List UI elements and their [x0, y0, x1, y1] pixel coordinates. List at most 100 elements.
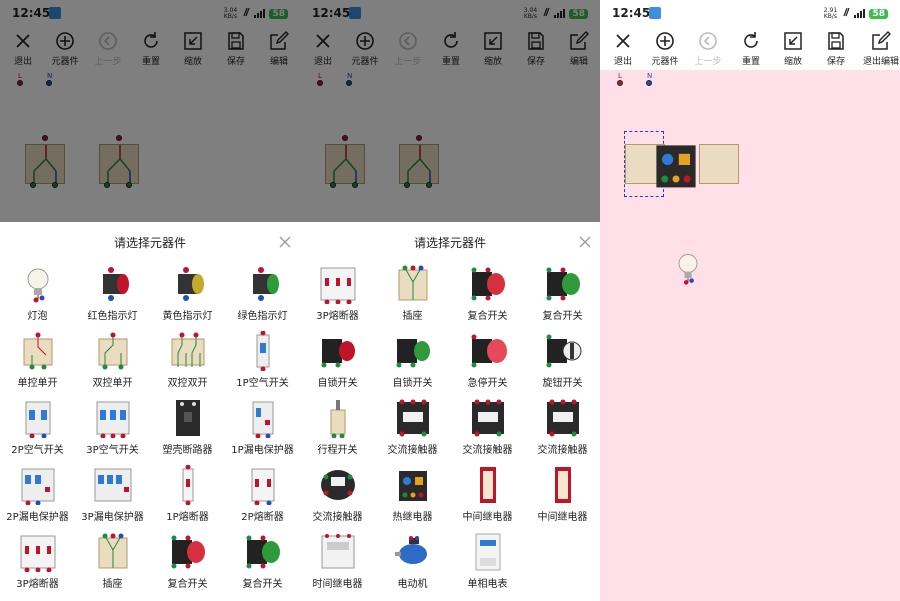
- component-item[interactable]: 插座: [75, 528, 150, 594]
- component-item[interactable]: 1P熔断器: [150, 461, 225, 527]
- component-item[interactable]: 1P空气开关: [225, 327, 300, 393]
- pushbutton-green-icon: [543, 264, 583, 304]
- relay-icon: [543, 465, 583, 505]
- component-label: 自锁开关: [392, 378, 433, 389]
- component-item[interactable]: 红色指示灯: [75, 260, 150, 326]
- toolbar-zoom-label: 缩放: [783, 57, 802, 67]
- component-item[interactable]: 绿色指示灯: [225, 260, 300, 326]
- component-item[interactable]: 交流接触器: [375, 394, 450, 460]
- switch-2-icon: [93, 331, 133, 371]
- component-item[interactable]: 2P漏电保护器: [0, 461, 75, 527]
- network-speed: 2.91 KB/s: [822, 7, 838, 20]
- thermal-relay-on-canvas[interactable]: [648, 130, 704, 200]
- component-item[interactable]: 热继电器: [375, 461, 450, 527]
- component-picker-sheet: 请选择元器件 3P熔断器 插座 复合开关 复合开关 自锁开关 自锁开关 急停开关 旋钮开关 行程开…: [300, 222, 600, 601]
- component-item[interactable]: 中间继电器: [450, 461, 525, 527]
- nfc-icon: [842, 7, 851, 20]
- component-item[interactable]: 自锁开关: [300, 327, 375, 393]
- component-label: 1P熔断器: [166, 512, 209, 523]
- component-item[interactable]: 交流接触器: [450, 394, 525, 460]
- component-item[interactable]: 交流接触器: [300, 461, 375, 527]
- status-indicators: 2.91 KB/s 58: [822, 7, 888, 20]
- component-item[interactable]: 电动机: [375, 528, 450, 594]
- component-item[interactable]: 行程开关: [300, 394, 375, 460]
- component-label: 黄色指示灯: [162, 311, 213, 322]
- component-item[interactable]: 1P漏电保护器: [225, 394, 300, 460]
- component-item[interactable]: 时间继电器: [300, 528, 375, 594]
- component-item[interactable]: 复合开关: [450, 260, 525, 326]
- toolbar-undo-button[interactable]: 上一步: [685, 28, 731, 68]
- component-label: 1P漏电保护器: [231, 445, 294, 456]
- switch-1-icon: [18, 331, 58, 371]
- component-item[interactable]: 黄色指示灯: [150, 260, 225, 326]
- rcd-1p-icon: [243, 398, 283, 439]
- component-item[interactable]: 塑壳断路器: [150, 394, 225, 460]
- add-circle-icon: [642, 30, 688, 52]
- bulb-on-canvas[interactable]: [670, 242, 706, 294]
- double-switch[interactable]: [699, 144, 739, 184]
- component-label: 旋钮开关: [542, 378, 583, 389]
- component-item[interactable]: 复合开关: [225, 528, 300, 594]
- toolbar-exit_edit-button[interactable]: 退出编辑: [850, 28, 900, 68]
- contactor-icon: [393, 398, 433, 438]
- breaker-1p-icon: [243, 330, 283, 372]
- component-label: 红色指示灯: [87, 311, 138, 322]
- component-label: 1P空气开关: [236, 378, 289, 389]
- component-label: 单相电表: [467, 579, 508, 590]
- component-item[interactable]: 2P熔断器: [225, 461, 300, 527]
- component-label: 塑壳断路器: [162, 445, 213, 456]
- component-item[interactable]: 单控单开: [0, 327, 75, 393]
- component-item[interactable]: 灯泡: [0, 260, 75, 326]
- live-terminal-label: L: [618, 72, 622, 80]
- component-label: 单控单开: [17, 378, 58, 389]
- component-item[interactable]: 插座: [375, 260, 450, 326]
- component-label: 电动机: [397, 579, 428, 590]
- component-item[interactable]: 中间继电器: [525, 461, 600, 527]
- component-label: 双控单开: [92, 378, 133, 389]
- close-icon: [600, 30, 646, 52]
- motor-icon: [393, 532, 433, 572]
- component-item[interactable]: 自锁开关: [375, 327, 450, 393]
- toolbar-components-button[interactable]: 元器件: [642, 28, 688, 68]
- limit-icon: [318, 398, 358, 439]
- knob-icon: [543, 331, 583, 371]
- component-item[interactable]: 急停开关: [450, 327, 525, 393]
- thermal-relay-icon: [393, 465, 433, 505]
- component-item[interactable]: 旋钮开关: [525, 327, 600, 393]
- status-time: 12:45: [612, 6, 651, 20]
- component-item[interactable]: 双控双开: [150, 327, 225, 393]
- sheet-title: 请选择元器件: [413, 236, 486, 250]
- toolbar-zoom-button[interactable]: 缩放: [770, 28, 816, 68]
- toolbar-reset-button[interactable]: 重置: [728, 28, 774, 68]
- pushbutton-red-icon: [468, 264, 508, 304]
- live-terminal[interactable]: [617, 80, 623, 86]
- component-item[interactable]: 复合开关: [525, 260, 600, 326]
- neutral-terminal[interactable]: [646, 80, 652, 86]
- phone-screen-2: 12:453.04KB/s58退出元器件上一步重置缩放保存编辑LN请选择元器件3…: [300, 0, 600, 601]
- component-item[interactable]: 2P空气开关: [0, 394, 75, 460]
- component-label: 急停开关: [467, 378, 508, 389]
- component-item[interactable]: 3P漏电保护器: [75, 461, 150, 527]
- component-item[interactable]: 单相电表: [450, 528, 525, 594]
- component-item[interactable]: 双控单开: [75, 327, 150, 393]
- component-label: 插座: [102, 579, 123, 590]
- toolbar: 退出 元器件 上一步 重置 缩放 保存 退出编辑: [600, 28, 900, 68]
- component-item[interactable]: 交流接触器: [525, 394, 600, 460]
- close-icon[interactable]: [278, 234, 292, 248]
- latch-green-icon: [393, 331, 433, 371]
- component-item[interactable]: 复合开关: [150, 528, 225, 594]
- phone-screen-3: 12:45 2.91 KB/s 58 退出 元器件 上一步 重置 缩放 保存 退出编辑 L N: [600, 0, 900, 601]
- component-item[interactable]: 3P熔断器: [300, 260, 375, 326]
- component-item[interactable]: 3P熔断器: [0, 528, 75, 594]
- circuit-canvas-edit[interactable]: LN: [600, 70, 900, 601]
- app-notification-icon: [649, 7, 661, 19]
- toolbar-reset-label: 重置: [741, 57, 760, 67]
- component-item[interactable]: 3P空气开关: [75, 394, 150, 460]
- phone-screen-1: 12:453.04KB/s58退出元器件上一步重置缩放保存编辑LN请选择元器件灯…: [0, 0, 300, 601]
- sheet-title: 请选择元器件: [113, 236, 186, 250]
- toolbar-exit-button[interactable]: 退出: [600, 28, 646, 68]
- component-label: 复合开关: [167, 579, 208, 590]
- close-icon[interactable]: [578, 234, 592, 248]
- relay-icon: [468, 465, 508, 505]
- bulb-icon: [18, 264, 58, 304]
